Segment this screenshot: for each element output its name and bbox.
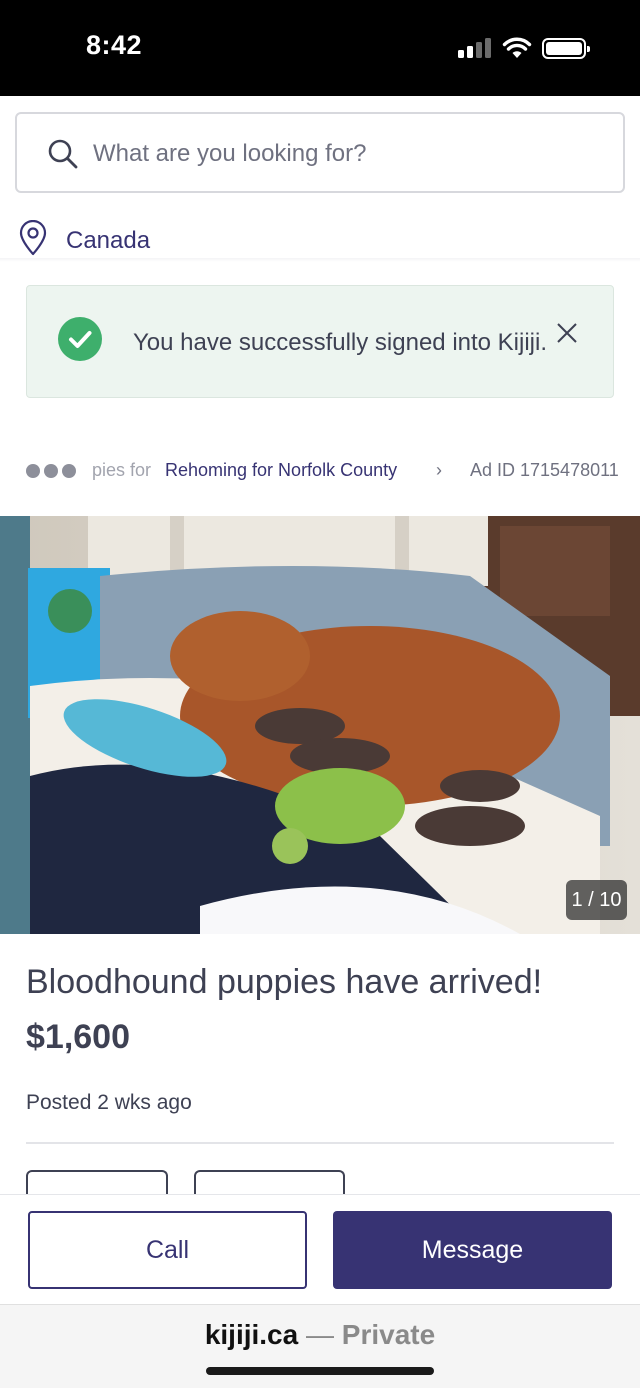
home-indicator[interactable] (206, 1367, 434, 1375)
breadcrumb-category-link[interactable]: Rehoming for Norfolk County (165, 460, 397, 481)
cellular-signal-icon (458, 38, 492, 58)
location-divider (0, 258, 640, 262)
check-circle-icon (58, 317, 102, 361)
more-dots-icon[interactable] (26, 464, 76, 478)
message-button[interactable]: Message (333, 1211, 612, 1289)
browser-url-bar[interactable]: kijiji.ca — Private (0, 1304, 640, 1388)
wifi-icon (502, 37, 532, 58)
listing-photo-illustration (0, 516, 640, 934)
private-mode-label: Private (341, 1319, 436, 1350)
contact-action-bar: Call Message (0, 1194, 640, 1304)
status-bar: 8:42 (0, 0, 640, 96)
signin-success-notification: You have successfully signed into Kijiji… (26, 285, 614, 398)
location-pin-icon (19, 220, 47, 256)
chevron-right-icon: › (436, 460, 442, 480)
listing-title: Bloodhound puppies have arrived! (26, 963, 543, 1001)
location-label: Canada (66, 227, 151, 254)
status-time: 8:42 (86, 30, 143, 60)
url-display[interactable]: kijiji.ca — Private (0, 1319, 640, 1351)
call-button[interactable]: Call (28, 1211, 307, 1289)
posted-date: Posted 2 wks ago (26, 1091, 192, 1114)
listing-price: $1,600 (26, 1018, 130, 1056)
url-separator: — (298, 1319, 342, 1350)
listing-photo[interactable] (0, 516, 640, 934)
search-box[interactable] (15, 112, 625, 193)
details-divider (26, 1142, 614, 1144)
search-input[interactable] (93, 136, 593, 172)
url-domain: kijiji.ca (204, 1319, 299, 1350)
battery-icon (542, 38, 590, 59)
close-icon[interactable] (554, 320, 580, 346)
notification-message: You have successfully signed into Kijiji… (133, 329, 548, 356)
ad-id: Ad ID 1715478011 (470, 460, 619, 480)
photo-counter: 1 / 10 (566, 880, 627, 920)
breadcrumb-faded-crumb[interactable]: pies for (92, 460, 151, 481)
search-icon (48, 139, 78, 169)
breadcrumb: pies for Rehoming for Norfolk County › A… (26, 458, 619, 486)
